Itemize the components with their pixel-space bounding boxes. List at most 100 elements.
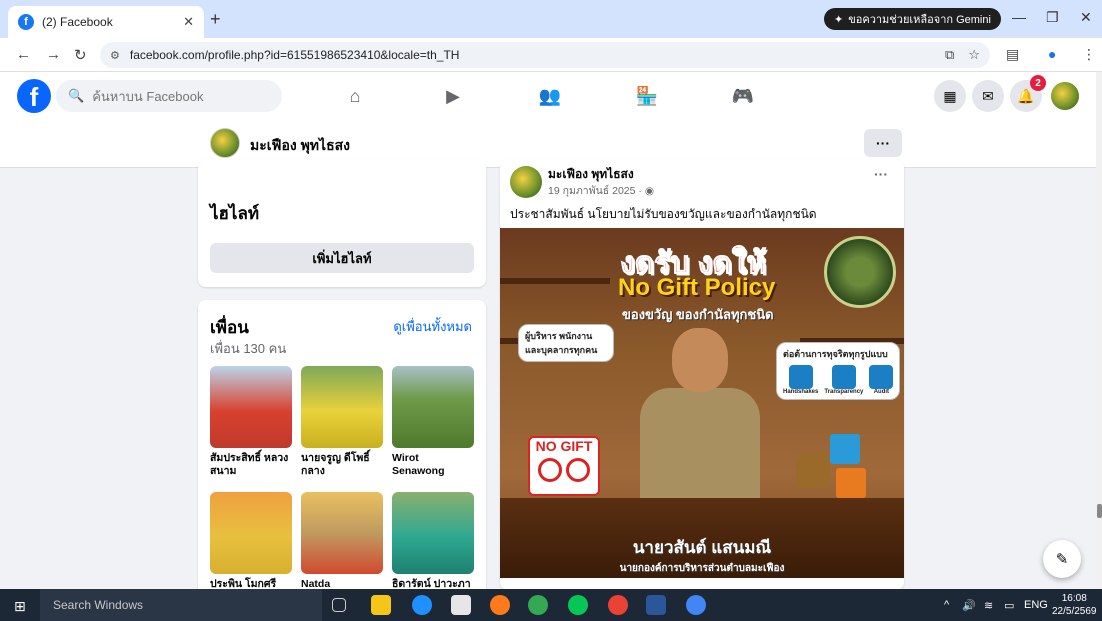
video-icon[interactable]: ▶ — [441, 84, 465, 108]
friend-tile[interactable]: ธิดารัตน์ ปาวะภา — [392, 492, 474, 591]
highlights-card: ไฮไลท์ เพิ่มไฮไลท์ — [198, 160, 486, 287]
facebook-search[interactable]: 🔍 — [56, 80, 282, 112]
line-icon[interactable] — [568, 595, 588, 615]
task-view-icon[interactable] — [332, 598, 346, 612]
icon-label: Handshakes — [783, 389, 819, 395]
friends-count: เพื่อน 130 คน — [210, 341, 287, 356]
volume-icon[interactable]: 🔊 — [962, 599, 976, 612]
profile-more-button[interactable]: ··· — [864, 129, 902, 157]
menu-grid-icon[interactable]: ▦ — [934, 80, 966, 112]
account-avatar[interactable] — [1049, 80, 1081, 112]
chrome-active-icon[interactable] — [686, 595, 706, 615]
friend-tile[interactable]: นายจรูญ ดีโพธิ์กลาง — [301, 366, 383, 478]
poster-person-title: นายกองค์การบริหารส่วนตำบลมะเฟือง — [619, 563, 785, 574]
no-gift-sign: NO GIFT — [528, 436, 600, 496]
minimize-icon[interactable]: — — [1012, 9, 1026, 25]
see-all-friends-link[interactable]: ดูเพื่อนทั้งหมด — [393, 316, 472, 337]
profile-name[interactable]: มะเฟือง พุทไธสง — [250, 135, 350, 157]
install-app-icon[interactable]: ⧉ — [945, 47, 954, 63]
organization-seal-icon — [824, 236, 896, 308]
friend-photo[interactable] — [210, 492, 292, 574]
tab-title: (2) Facebook — [42, 15, 113, 29]
post-more-icon[interactable]: ··· — [874, 166, 888, 182]
reading-mode-icon[interactable]: ▤ — [1006, 46, 1019, 63]
home-icon[interactable]: ⌂ — [343, 84, 367, 108]
bookmark-star-icon[interactable]: ☆ — [968, 47, 980, 63]
file-explorer-icon[interactable] — [371, 595, 391, 615]
friends-icon[interactable]: 👥 — [538, 84, 562, 108]
address-bar-row: ← → ↻ ⚙ facebook.com/profile.php?id=6155… — [0, 38, 1102, 72]
post-date[interactable]: 19 กุมภาพันธ์ 2025 · — [548, 185, 645, 197]
friend-name[interactable]: สัมประสิทธิ์ หลวงสนาม — [210, 452, 292, 478]
gemini-label: ขอความช่วยเหลือจาก Gemini — [848, 14, 991, 26]
compose-message-icon[interactable]: ✎ — [1043, 540, 1081, 578]
highlights-title: ไฮไลท์ — [210, 204, 260, 223]
word-icon[interactable] — [646, 595, 666, 615]
address-bar[interactable]: ⚙ facebook.com/profile.php?id=6155198652… — [100, 42, 990, 68]
forward-icon[interactable]: → — [46, 46, 61, 63]
language-indicator[interactable]: ENG — [1024, 599, 1048, 611]
gift-box-icon — [830, 434, 860, 464]
icon-label: Audit — [873, 389, 890, 395]
browser-tab-strip: f (2) Facebook ✕ + ✦ ขอความช่วยเหลือจาก … — [0, 0, 1102, 38]
back-icon[interactable]: ← — [16, 46, 31, 63]
show-hidden-icons-icon[interactable]: ^ — [944, 599, 949, 611]
browser-tab[interactable]: f (2) Facebook ✕ — [8, 6, 204, 38]
url-text[interactable]: facebook.com/profile.php?id=615519865234… — [130, 48, 931, 62]
clock[interactable]: 16:08 22/5/2569 — [1052, 592, 1097, 618]
new-tab-icon[interactable]: + — [210, 9, 221, 30]
facebook-header: f 🔍 ⌂ ▶ 👥 🏪 🎮 ▦ ✉ 🔔 2 — [0, 72, 1096, 120]
friend-name[interactable]: นายจรูญ ดีโพธิ์กลาง — [301, 452, 383, 478]
no-gift-prohibited-icon — [566, 458, 590, 482]
post-image[interactable]: งดรับ งดให้ No Gift Policy ของขวัญ ของกำ… — [500, 228, 904, 578]
notifications-tray-icon[interactable]: ▭ — [1004, 599, 1014, 612]
friend-photo[interactable] — [301, 366, 383, 448]
windows-start-icon[interactable]: ⊞ — [14, 598, 26, 615]
friends-card: เพื่อน ดูเพื่อนทั้งหมด เพื่อน 130 คน สัม… — [198, 300, 486, 600]
transparency-icon — [831, 365, 856, 389]
firefox-icon[interactable] — [490, 595, 510, 615]
friend-name[interactable]: Wirot Senawong — [392, 452, 474, 478]
friend-photo[interactable] — [210, 366, 292, 448]
restore-icon[interactable]: ❐ — [1046, 9, 1059, 26]
profile-icon[interactable]: ● — [1048, 46, 1056, 62]
poster-subhead: ของขวัญ ของกำนัลทุกชนิด — [622, 307, 774, 322]
friend-tile[interactable]: สัมประสิทธิ์ หลวงสนาม — [210, 366, 292, 478]
add-highlight-button[interactable]: เพิ่มไฮไลท์ — [210, 243, 474, 273]
friend-tile[interactable]: Natda — [301, 492, 383, 591]
poster-namebar: นายวสันต์ แสนมณี นายกองค์การบริหารส่วนตำ… — [500, 534, 904, 576]
friend-tile[interactable]: Wirot Senawong — [392, 366, 474, 478]
gaming-icon[interactable]: 🎮 — [731, 84, 755, 108]
friend-photo[interactable] — [301, 492, 383, 574]
wifi-icon[interactable]: ≋ — [984, 599, 993, 612]
messenger-icon[interactable]: ✉ — [972, 80, 1004, 112]
close-window-icon[interactable]: ✕ — [1080, 9, 1092, 26]
audit-icon — [869, 365, 894, 389]
no-gift-text: NO GIFT — [535, 438, 593, 454]
marketplace-icon[interactable]: 🏪 — [635, 84, 659, 108]
menu-kebab-icon[interactable]: ⋮ — [1082, 46, 1096, 63]
facebook-logo-icon[interactable]: f — [17, 79, 51, 113]
reload-icon[interactable]: ↻ — [74, 46, 87, 64]
gemini-sparkle-icon: ✦ — [834, 13, 844, 26]
taskbar-search-text[interactable]: Search Windows — [53, 598, 143, 612]
chrome-icon[interactable] — [528, 595, 548, 615]
chrome-profile-icon[interactable] — [608, 595, 628, 615]
edge-icon[interactable] — [412, 595, 432, 615]
taskbar-search[interactable]: Search Windows — [40, 589, 322, 621]
poster-bubble-anticorruption: ต่อต้านการทุจริตทุกรูปแบบ Handshakes Tra… — [776, 342, 900, 400]
post-author-avatar[interactable] — [510, 166, 542, 198]
store-icon[interactable] — [451, 595, 471, 615]
bubble-anticorruption-text: ต่อต้านการทุจริตทุกรูปแบบ — [783, 349, 888, 359]
profile-avatar[interactable] — [210, 128, 240, 158]
scrollbar-thumb[interactable] — [1097, 504, 1102, 518]
gemini-button[interactable]: ✦ ขอความช่วยเหลือจาก Gemini — [824, 8, 1001, 30]
search-input[interactable] — [92, 88, 273, 104]
close-tab-icon[interactable]: ✕ — [183, 14, 194, 30]
official-head — [672, 328, 728, 392]
friend-tile[interactable]: ประพิน โมกศรี — [210, 492, 292, 591]
friend-photo[interactable] — [392, 366, 474, 448]
site-info-icon[interactable]: ⚙ — [110, 49, 120, 62]
post-card: มะเฟือง พุทไธสง 19 กุมภาพันธ์ 2025 · ◉ ·… — [500, 160, 904, 590]
friend-photo[interactable] — [392, 492, 474, 574]
